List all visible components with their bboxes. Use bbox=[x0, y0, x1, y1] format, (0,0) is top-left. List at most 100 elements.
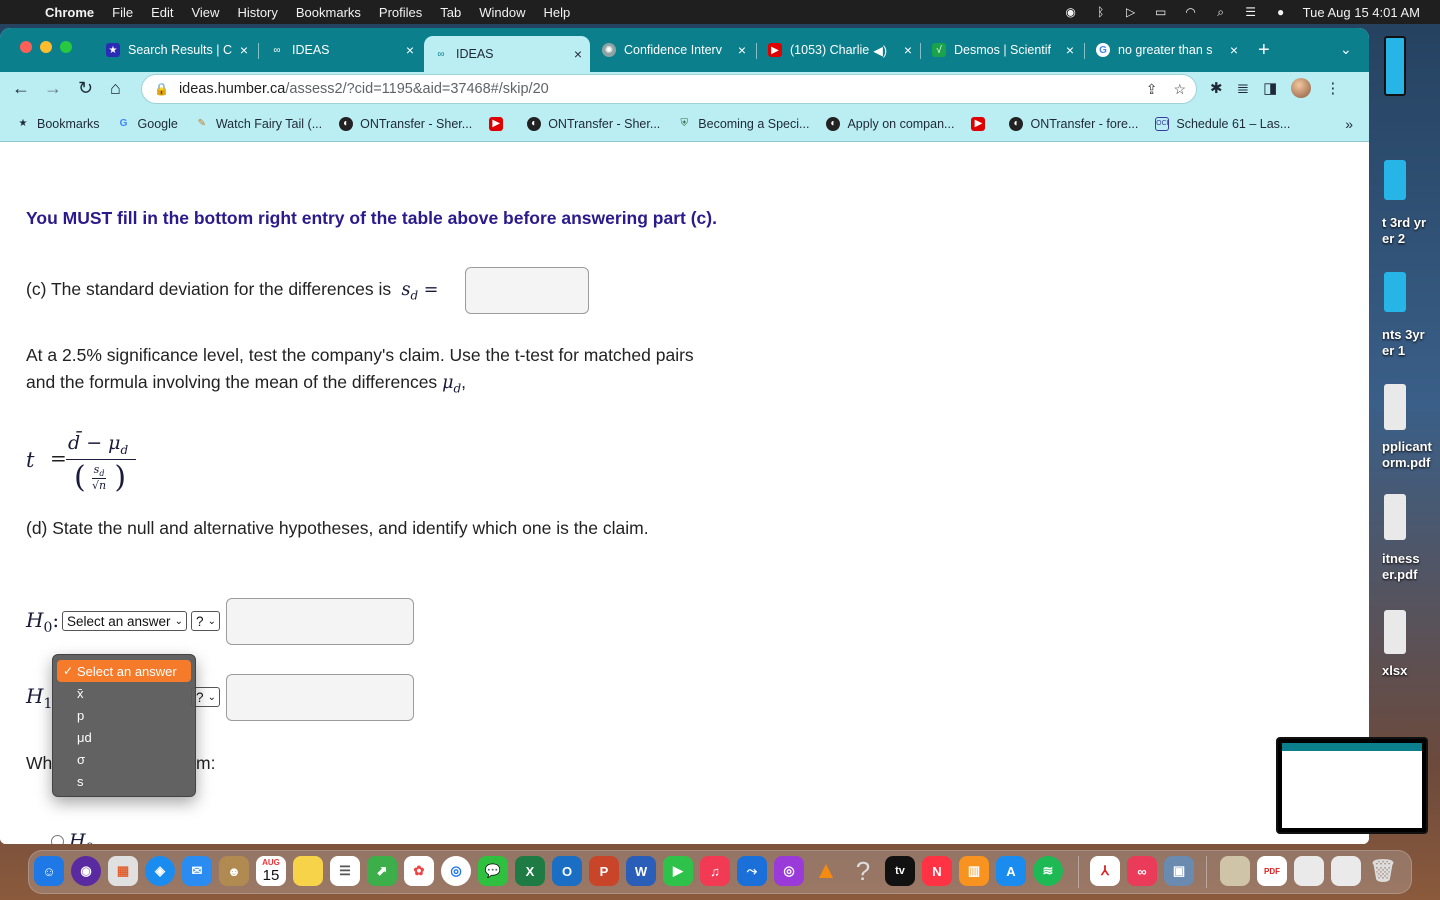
back-arrow-icon[interactable]: ← bbox=[12, 78, 30, 99]
tab-ideas-1[interactable]: ∞ IDEAS × bbox=[260, 36, 422, 64]
bookmark-item[interactable]: ★ Bookmarks bbox=[16, 117, 100, 131]
address-bar[interactable]: 🔒 ideas.humber.ca/assess2/?cid=1195&aid=… bbox=[141, 74, 1197, 104]
desktop-doc-thumb[interactable] bbox=[1384, 494, 1406, 540]
tab-search-chevron-icon[interactable]: ⌄ bbox=[1340, 41, 1352, 58]
reading-list-icon[interactable]: ≣ bbox=[1237, 79, 1250, 97]
h0-parameter-select[interactable]: Select an answer ⌄ bbox=[62, 611, 187, 631]
news-icon[interactable]: N bbox=[922, 856, 952, 886]
messages-icon[interactable]: 💬 bbox=[478, 856, 508, 886]
calendar-icon[interactable]: AUG 15 bbox=[256, 856, 286, 886]
forward-arrow-icon[interactable]: → bbox=[44, 78, 62, 99]
home-icon[interactable]: ⌂ bbox=[110, 78, 121, 99]
share-icon[interactable]: ⇪ bbox=[1146, 81, 1158, 98]
dropdown-option-xbar[interactable]: x̄ bbox=[53, 682, 195, 704]
dropdown-option-mud[interactable]: μd bbox=[53, 726, 195, 748]
desktop-file-5[interactable]: xlsx bbox=[1382, 663, 1440, 679]
menubar-file[interactable]: File bbox=[103, 5, 142, 20]
reminders-icon[interactable]: ☰ bbox=[330, 856, 360, 886]
creative-cloud-icon[interactable]: ∞ bbox=[1127, 856, 1157, 886]
photos-icon[interactable]: ✿ bbox=[404, 856, 434, 886]
help-icon[interactable]: ? bbox=[848, 856, 878, 886]
play-icon[interactable]: ▷ bbox=[1123, 5, 1139, 19]
siri-icon[interactable]: ● bbox=[1273, 5, 1289, 19]
sd-answer-input[interactable] bbox=[465, 267, 589, 314]
books-icon[interactable]: ▥ bbox=[959, 856, 989, 886]
menubar-app-name[interactable]: Chrome bbox=[36, 5, 103, 20]
document-stack-icon[interactable] bbox=[1294, 856, 1324, 886]
close-tab-icon[interactable]: × bbox=[1230, 42, 1238, 58]
battery-icon[interactable]: ▭ bbox=[1153, 5, 1169, 19]
maps-icon[interactable]: ⬈ bbox=[367, 856, 397, 886]
desktop-file-1[interactable]: t 3rd yr er 2 bbox=[1382, 215, 1440, 247]
bookmark-item[interactable]: ⛨ Becoming a Speci... bbox=[677, 117, 810, 131]
control-center-icon[interactable]: ☰ bbox=[1243, 5, 1259, 19]
extensions-icon[interactable]: ✱ bbox=[1210, 79, 1223, 97]
new-tab-icon[interactable]: + bbox=[1258, 39, 1270, 62]
minimize-window-icon[interactable] bbox=[40, 41, 52, 53]
bluetooth-icon[interactable]: ᛒ bbox=[1093, 5, 1109, 19]
bookmark-item[interactable]: G Google bbox=[117, 117, 178, 131]
dropdown-option-sigma[interactable]: σ bbox=[53, 748, 195, 770]
outlook-icon[interactable]: O bbox=[552, 856, 582, 886]
desktop-folder-thumb[interactable] bbox=[1384, 160, 1406, 200]
close-tab-icon[interactable]: × bbox=[738, 42, 746, 58]
lock-icon[interactable]: 🔒 bbox=[154, 82, 169, 96]
bookmark-item[interactable]: ◐ ONTransfer - fore... bbox=[1009, 116, 1138, 131]
facetime-icon[interactable]: ▶ bbox=[663, 856, 693, 886]
launchpad-icon[interactable]: ▦ bbox=[108, 856, 138, 886]
bookmark-item[interactable]: ◐ ONTransfer - Sher... bbox=[339, 116, 472, 131]
tab-confidence-interval[interactable]: ✺ Confidence Interv × bbox=[592, 36, 754, 64]
more-menu-icon[interactable]: ⋮ bbox=[1325, 79, 1340, 97]
speaker-icon[interactable]: ◀) bbox=[873, 43, 887, 58]
powerpoint-icon[interactable]: P bbox=[589, 856, 619, 886]
notes-icon[interactable] bbox=[293, 856, 323, 886]
bookmark-star-icon[interactable]: ☆ bbox=[1173, 81, 1186, 98]
trash-icon[interactable]: 🗑 bbox=[1368, 856, 1398, 886]
menubar-window[interactable]: Window bbox=[470, 5, 534, 20]
close-tab-icon[interactable]: × bbox=[574, 46, 582, 62]
bookmark-item[interactable]: OCI Schedule 61 – Las... bbox=[1155, 116, 1290, 131]
menubar-edit[interactable]: Edit bbox=[142, 5, 182, 20]
more-bookmarks-icon[interactable]: » bbox=[1345, 116, 1353, 132]
menubar-bookmarks[interactable]: Bookmarks bbox=[287, 5, 370, 20]
podcasts-icon[interactable]: ◎ bbox=[774, 856, 804, 886]
bookmark-item[interactable]: ▶ bbox=[971, 116, 992, 131]
spotlight-search-icon[interactable]: ⌕ bbox=[1213, 5, 1229, 19]
menubar-view[interactable]: View bbox=[182, 5, 228, 20]
h0-value-input[interactable] bbox=[226, 598, 414, 645]
tab-search-results[interactable]: ★ Search Results | C × bbox=[96, 36, 256, 64]
dropdown-option-s[interactable]: s bbox=[53, 770, 195, 792]
menubar-tab[interactable]: Tab bbox=[431, 5, 470, 20]
migration-icon[interactable]: ⤳ bbox=[737, 856, 767, 886]
menubar-history[interactable]: History bbox=[228, 5, 286, 20]
desktop-file-2[interactable]: nts 3yr er 1 bbox=[1382, 327, 1440, 359]
bookmark-item[interactable]: ✎ Watch Fairy Tail (... bbox=[195, 117, 322, 131]
mail-icon[interactable]: ✉ bbox=[182, 856, 212, 886]
desktop-doc-thumb[interactable] bbox=[1384, 384, 1406, 430]
close-tab-icon[interactable]: × bbox=[904, 42, 912, 58]
close-tab-icon[interactable]: × bbox=[1066, 42, 1074, 58]
spreadsheet-stack-icon[interactable] bbox=[1331, 856, 1361, 886]
pdf-stack-icon[interactable]: PDF bbox=[1257, 856, 1287, 886]
dropdown-option-select[interactable]: ✓ Select an answer bbox=[57, 660, 191, 682]
bookmark-item[interactable]: ◐ Apply on compan... bbox=[826, 116, 954, 131]
reload-icon[interactable]: ↻ bbox=[78, 78, 93, 99]
menubar-help[interactable]: Help bbox=[535, 5, 580, 20]
screen-record-icon[interactable]: ◉ bbox=[1063, 5, 1079, 19]
finder-icon[interactable]: ☺ bbox=[34, 856, 64, 886]
screenshot-preview-thumbnail[interactable] bbox=[1276, 737, 1428, 834]
menubar-clock[interactable]: Tue Aug 15 4:01 AM bbox=[1303, 5, 1420, 20]
close-tab-icon[interactable]: × bbox=[240, 42, 248, 58]
bookmark-item[interactable]: ▶ bbox=[489, 116, 510, 131]
chrome-icon[interactable]: ◎ bbox=[441, 856, 471, 886]
safari-icon[interactable]: ◈ bbox=[145, 856, 175, 886]
side-panel-icon[interactable]: ◨ bbox=[1263, 79, 1277, 97]
desktop-file-4[interactable]: itness er.pdf bbox=[1382, 551, 1440, 583]
zoom-window-icon[interactable] bbox=[60, 41, 72, 53]
apple-tv-icon[interactable]: tv bbox=[885, 856, 915, 886]
siri-app-icon[interactable]: ◉ bbox=[71, 856, 101, 886]
contacts-icon[interactable]: ☻ bbox=[219, 856, 249, 886]
close-tab-icon[interactable]: × bbox=[406, 42, 414, 58]
word-icon[interactable]: W bbox=[626, 856, 656, 886]
dropdown-option-p[interactable]: p bbox=[53, 704, 195, 726]
